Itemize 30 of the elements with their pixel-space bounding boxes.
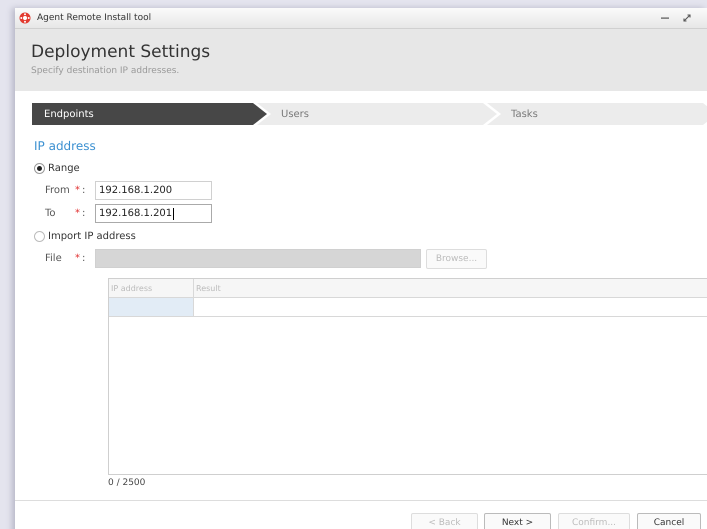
- required-mark: *: [75, 208, 81, 219]
- wizard-button[interactable]: Cancel: [637, 513, 701, 529]
- colon: :: [82, 208, 86, 219]
- radio-button[interactable]: [34, 230, 45, 242]
- app-logo-icon: [19, 12, 31, 24]
- radio-label: Import IP address: [48, 230, 136, 242]
- field-label: To: [45, 208, 57, 219]
- radio-label: Range: [48, 162, 80, 174]
- step-tab[interactable]: Users: [257, 103, 497, 125]
- step-tab[interactable]: Tasks: [487, 103, 707, 125]
- section-title: IP address: [34, 139, 97, 153]
- required-mark: *: [75, 253, 81, 264]
- field-label: File: [45, 253, 63, 264]
- wizard-button[interactable]: Next >: [484, 513, 551, 529]
- count-label: 0 / 2500: [108, 478, 146, 488]
- required-mark: *: [75, 185, 81, 196]
- field-label: From: [45, 185, 71, 196]
- window-title: Agent Remote Install tool: [37, 13, 152, 23]
- ip-input-field[interactable]: 192.168.1.201: [95, 204, 212, 223]
- column-header: Result: [194, 279, 707, 297]
- page-title: Deployment Settings: [31, 42, 212, 62]
- column-header: IP address: [109, 279, 194, 297]
- table-cell[interactable]: [109, 298, 194, 316]
- step-tab[interactable]: Endpoints: [32, 103, 267, 125]
- ip-input-field[interactable]: 192.168.1.200: [95, 181, 212, 200]
- radio-button[interactable]: [34, 162, 45, 174]
- colon: :: [82, 253, 86, 264]
- colon: :: [82, 185, 86, 196]
- page-subtitle: Specify destination IP addresses.: [31, 66, 180, 76]
- maximize-icon[interactable]: [683, 14, 691, 22]
